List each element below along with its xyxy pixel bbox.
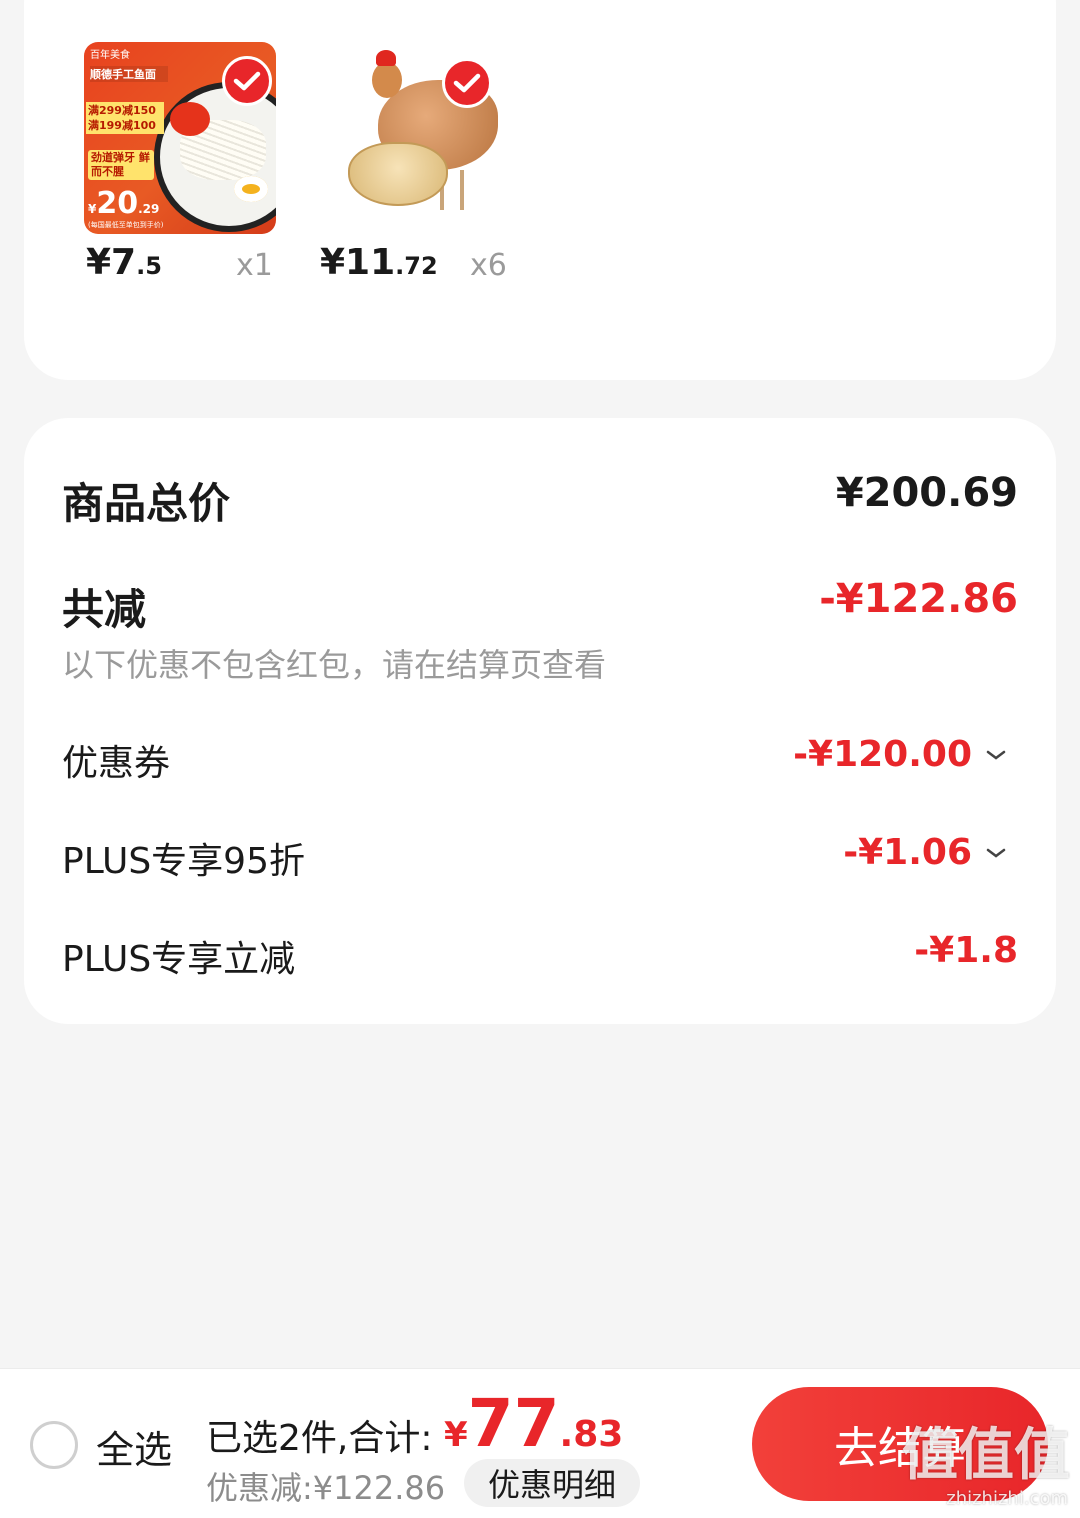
chicken-leg-graphic (460, 170, 464, 210)
plus-instant-amount: -¥1.8 (914, 930, 1018, 971)
thumb-promo-line: 满299减150 (88, 104, 156, 117)
total-price-row: 商品总价 ¥200.69 (62, 470, 1018, 528)
select-all-label[interactable]: 全选 (96, 1419, 172, 1474)
plus-discount-row[interactable]: PLUS专享95折 -¥1.06 (62, 832, 1018, 882)
discount-detail-button[interactable]: 优惠明细 (464, 1459, 640, 1507)
cart-total-currency: ¥ (444, 1415, 468, 1455)
product-item[interactable] (320, 42, 512, 234)
discount-hint: 以下优惠不包含红包，请在结算页查看 (62, 646, 607, 684)
saved-amount-text: 优惠减:¥122.86 (206, 1469, 446, 1507)
product-price-dec: .5 (136, 252, 162, 280)
chicken-head-graphic (372, 62, 402, 98)
coupon-amount: -¥120.00 (793, 734, 972, 775)
plus-instant-label: PLUS专享立减 (62, 939, 296, 980)
selected-check-badge[interactable] (222, 56, 272, 106)
thumb-slogan: 劲道弹牙 鲜而不腥 (88, 150, 154, 180)
product-item[interactable]: 百年美食 顺德手工鱼面 满299减150 满199减100 劲道弹牙 鲜而不腥 … (84, 42, 276, 234)
watermark-url: zhizhizhi.com (946, 1488, 1068, 1509)
coupon-label: 优惠券 (62, 743, 171, 784)
discount-total-value: -¥122.86 (819, 576, 1018, 622)
product-price-int: ¥7 (86, 242, 137, 283)
thumb-tagline: 百年美食 (90, 50, 130, 61)
plus-discount-label: PLUS专享95折 (62, 841, 305, 882)
products-card: 百年美食 顺德手工鱼面 满299减150 满199减100 劲道弹牙 鲜而不腥 … (24, 0, 1056, 380)
watermark-logo: 值值值 (902, 1423, 1070, 1488)
thumb-price: ¥20.29 (88, 186, 160, 221)
plus-discount-amount: -¥1.06 (843, 832, 972, 873)
selected-check-badge[interactable] (442, 58, 492, 108)
discount-total-label: 共减 (62, 585, 147, 634)
chevron-down-icon[interactable] (980, 743, 1012, 767)
price-summary-card: 商品总价 ¥200.69 共减 -¥122.86 以下优惠不包含红包，请在结算页… (24, 418, 1056, 1024)
product-quantity: x6 (470, 248, 507, 283)
total-price-label: 商品总价 (62, 479, 231, 528)
coupon-value[interactable]: -¥120.00 (793, 734, 1012, 775)
product-price-dec: .72 (395, 252, 438, 280)
egg-graphic (234, 176, 268, 202)
discount-hint-row: 以下优惠不包含红包，请在结算页查看 (62, 640, 1018, 684)
plus-instant-row: PLUS专享立减 -¥1.8 (62, 930, 1018, 980)
selected-count-text: 已选2件,合计: (206, 1418, 433, 1459)
thumb-promo-line: 满199减100 (88, 119, 156, 132)
product-price: ¥11.72 (320, 242, 438, 283)
thumb-promo: 满299减150 满199减100 (86, 102, 164, 134)
product-price: ¥7.5 (86, 242, 162, 283)
thumb-note: (每国最低至单包到手价) (88, 221, 164, 229)
radio-circle-icon[interactable] (30, 1421, 78, 1469)
plus-discount-value[interactable]: -¥1.06 (843, 832, 1012, 873)
cart-total-dec: .83 (559, 1414, 624, 1455)
thumb-price-dec: .29 (138, 202, 160, 216)
check-icon (233, 71, 261, 91)
coupon-row[interactable]: 优惠券 -¥120.00 (62, 734, 1018, 784)
discount-total-row: 共减 -¥122.86 (62, 576, 1018, 634)
total-price-value: ¥200.69 (835, 470, 1018, 516)
pot-graphic (348, 142, 448, 206)
cart-total-price: ¥77.83 (444, 1385, 623, 1462)
product-price-int: ¥11 (320, 242, 396, 283)
check-icon (453, 73, 481, 93)
thumb-title: 顺德手工鱼面 (90, 66, 168, 82)
thumb-price-int: 20 (96, 186, 139, 221)
cart-total-int: 77 (467, 1385, 560, 1462)
chicken-comb-graphic (376, 50, 396, 66)
tomato-graphic (170, 102, 210, 136)
product-quantity: x1 (236, 248, 273, 283)
chevron-down-icon[interactable] (980, 841, 1012, 865)
